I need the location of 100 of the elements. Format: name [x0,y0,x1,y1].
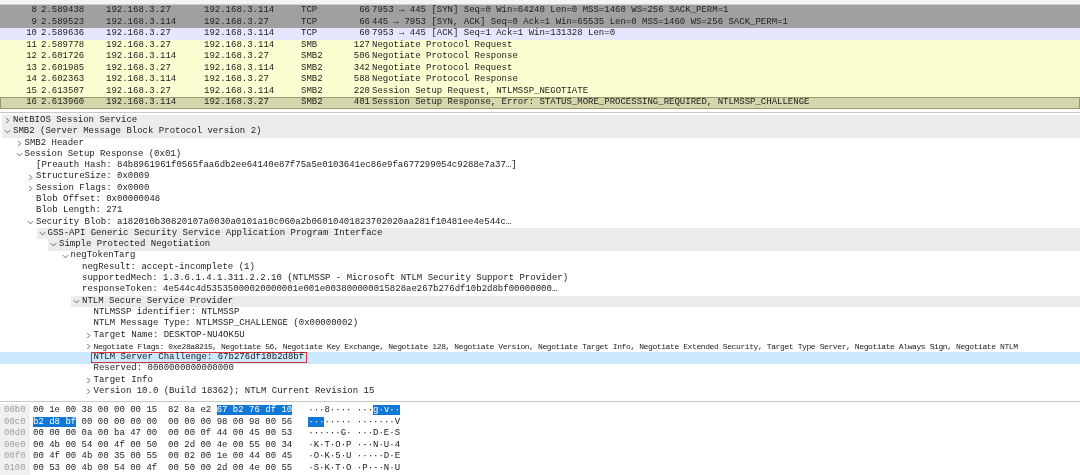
packet-source: 192.168.3.27 [106,85,172,97]
packet-number: 12 [25,51,38,63]
packet-info: Session Setup Request, NTLMSSP_NEGOTIATE [372,85,589,97]
ascii-bytes: ·O·K·5·U ·····D·E [308,451,401,463]
packet-info: Negotiate Protocol Response [372,74,518,86]
field-text: NTLMSSP identifier: NTLMSSP [93,305,240,319]
byte-offset: 00f0 [3,451,27,463]
field-text: Blob Length: 271 [36,204,123,217]
packet-source: 192.168.3.27 [106,39,172,51]
chevron-right-icon[interactable] [4,117,11,125]
ascii-bytes: ········ ·······V [308,416,401,428]
packet-protocol: TCP [301,28,319,40]
packet-protocol: SMB2 [301,85,324,97]
packet-info: Negotiate Protocol Request [372,39,513,51]
packet-protocol: SMB2 [301,62,324,74]
field-text: Target Info [93,373,153,386]
byte-offset: 00b0 [3,405,27,417]
packet-length: 588 [352,74,371,86]
packet-number: 14 [25,74,38,86]
field-text: SMB2 (Server Message Block Protocol version 2) [13,125,262,138]
packet-protocol: SMB2 [301,51,324,63]
packet-length: 66 [358,5,371,17]
chevron-down-icon[interactable] [4,128,11,136]
packet-time: 2.613507 [41,85,86,97]
packet-row[interactable]: 14 2.602363 192.168.3.114 192.168.3.27 SMB2 588 Negotiate Protocol Response [0,74,1080,86]
packet-info: 445 → 7953 [SYN, ACK] Seq=0 Ack=1 Win=65535 Len=0 MSS=1460 WS=256 SACK_PERM=1 [372,16,788,28]
packet-row[interactable]: 12 2.601726 192.168.3.114 192.168.3.27 SMB2 506 Negotiate Protocol Response [0,51,1080,63]
field-text: Version 10.0 (Build 18362); NTLM Current Revision 15 [93,385,375,399]
packet-length: 342 [352,62,371,74]
hex-bytes: 00 00 00 0a 00 ba 47 00 00 00 0f 44 00 45 00 53 [33,428,293,440]
hex-bytes: b2 d8 bf 00 00 00 00 00 00 00 00 98 00 98 00 56 [33,416,293,428]
packet-source: 192.168.3.114 [106,16,178,28]
packet-info: 7953 → 445 [ACK] Seq=1 Ack=1 Win=131328 Len=0 [372,28,616,40]
packet-info: Negotiate Protocol Response [372,51,518,63]
packet-destination: 192.168.3.114 [204,62,276,74]
field-text: Target Name: DESKTOP-NU4OK5U [93,328,245,342]
field-text: Negotiate Flags: 0xe28a8215, Negotiate 56, Negotiate Key Exchange, Negotiate 128, Negotiate Version, Negotiate Target Info, Negotiate Extended Security, Target Type Server, Negotiate Always Sign, Negotiate NTLM [93,340,1018,352]
packet-number: 13 [25,62,38,74]
tree-item[interactable]: NetBIOS Session Service [2,115,1080,127]
ascii-bytes: ·K·T·O·P ·-·N·U·4 [308,439,401,451]
packet-length: 127 [352,39,371,51]
packet-time: 2.601726 [41,51,86,63]
field-text: NTLM Message Type: NTLMSSP_CHALLENGE (0x00000002) [93,317,359,331]
hex-bytes: 00 4f 00 4b 00 35 00 55 00 02 00 1e 00 44 00 45 [33,451,293,463]
packet-destination: 192.168.3.114 [204,85,276,97]
field-text: StructureSize: 0x0009 [36,170,150,183]
packet-source: 192.168.3.114 [106,51,178,63]
packet-protocol: TCP [301,16,319,28]
ascii-bytes: ······G· ···D·E·S [308,428,401,440]
byte-offset: 00e0 [3,439,27,451]
hex-bytes: 00 53 00 4b 00 54 00 4f 00 50 00 2d 00 4e 00 55 [33,462,293,474]
packet-source: 192.168.3.27 [106,62,172,74]
chevron-down-icon[interactable] [15,151,23,159]
packet-source: 192.168.3.27 [106,28,172,40]
packet-number: 16 [25,97,38,109]
byte-offset: 00c0 [3,416,27,428]
packet-time: 2.601985 [41,62,86,74]
packet-destination: 192.168.3.114 [204,5,276,17]
packet-row[interactable]: 8 2.589438 192.168.3.27 192.168.3.114 TCP 66 7953 → 445 [SYN] Seq=0 Win=64240 Len=0 MSS=1460 WS=256 SACK_PERM=1 [0,5,1080,17]
packet-number: 15 [25,85,38,97]
packet-length: 220 [352,85,371,97]
packet-source: 192.168.3.114 [106,97,178,109]
packet-destination: 192.168.3.27 [204,74,270,86]
packet-number: 8 [30,5,38,17]
packet-protocol: SMB2 [301,97,324,109]
packet-number: 11 [25,39,38,51]
packet-source: 192.168.3.27 [106,5,172,17]
tree-item[interactable]: SMB2 (Server Message Block Protocol version 2) [2,126,1080,138]
field-text: supportedMech: 1.3.6.1.4.1.311.2.2.10 (NTLMSSP - Microsoft NTLM Security Support Provider) [82,272,569,284]
packet-number: 10 [25,28,38,40]
field-text: GSS-API Generic Security Service Application Program Interface [47,226,383,239]
field-text: Session Flags: 0x0000 [36,181,150,194]
byte-offset: 00d0 [3,428,27,440]
packet-source: 192.168.3.114 [106,74,178,86]
packet-time: 2.602363 [41,74,86,86]
packet-row[interactable]: 16 2.613960 192.168.3.114 192.168.3.27 SMB2 401 Session Setup Response, Error: STATUS_MORE_PROCESSING_REQUIRED, NTLMSSP_CHALLENGE [0,97,1080,109]
packet-time: 2.589438 [41,5,86,17]
field-text: negResult: accept-incomplete (1) [82,260,255,273]
field-text: NetBIOS Session Service [13,115,138,126]
packet-protocol: SMB2 [301,74,324,86]
packet-destination: 192.168.3.114 [204,39,276,51]
packet-destination: 192.168.3.27 [204,51,270,63]
packet-length: 506 [352,51,371,63]
field-text: negTokenTarg [70,249,136,262]
field-text: Reserved: 0000000000000000 [93,362,234,375]
packet-destination: 192.168.3.114 [204,28,276,40]
chevron-right-icon[interactable] [15,139,23,147]
packet-row[interactable]: 10 2.589636 192.168.3.27 192.168.3.114 TCP 60 7953 → 445 [ACK] Seq=1 Ack=1 Win=131328 Len=0 [0,28,1080,40]
packet-time: 2.589523 [41,16,86,28]
field-text: SMB2 Header [24,136,84,149]
field-text: NTLM Secure Service Provider [82,294,234,307]
field-text: Blob Offset: 0x00000048 [36,193,161,205]
packet-info: Session Setup Response, Error: STATUS_MORE_PROCESSING_REQUIRED, NTLMSSP_CHALLENGE [372,97,810,109]
hex-bytes: 00 4b 00 54 00 4f 00 50 00 2d 00 4e 00 55 00 34 [33,439,293,451]
packet-number: 9 [30,16,38,28]
packet-info: Negotiate Protocol Request [372,62,513,74]
field-text: Security Blob: a182010b30820107a0030a0101a10c060a2b06010401823702020aa281f10481ee4e544c… [36,215,512,228]
chevron-down-icon[interactable] [73,297,80,305]
packet-length: 401 [352,97,371,109]
packet-protocol: SMB [301,39,319,51]
